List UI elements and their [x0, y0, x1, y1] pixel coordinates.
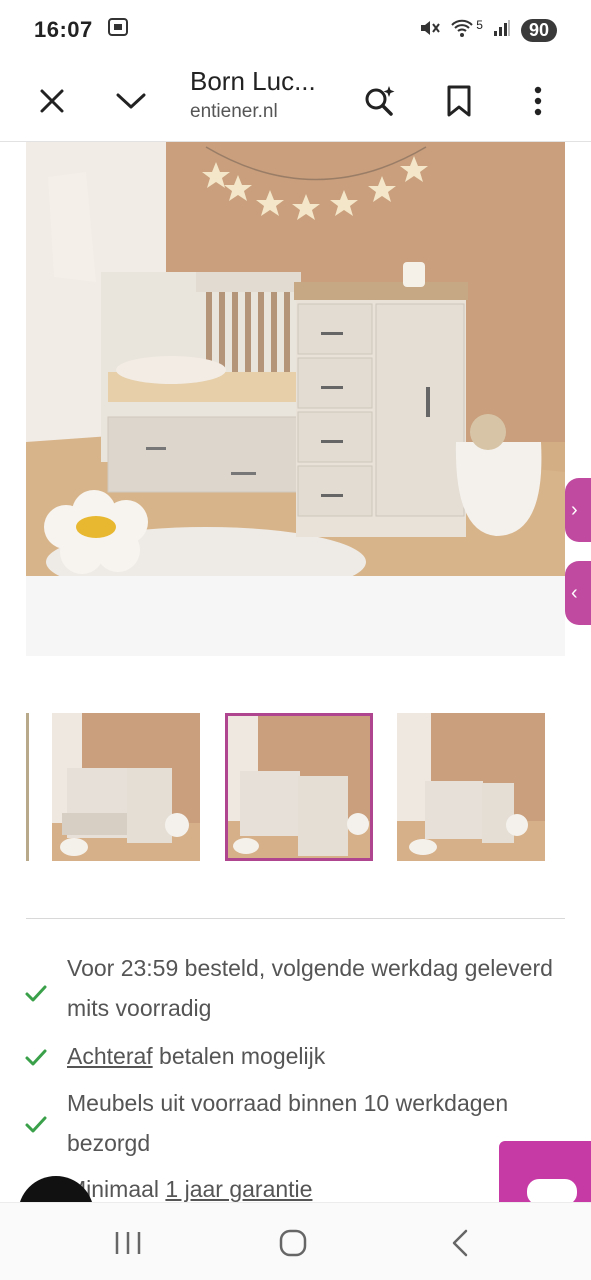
more-vertical-icon	[534, 86, 542, 116]
usp-text-suffix: betalen mogelijk	[152, 1043, 326, 1069]
prev-image-tab[interactable]: ‹	[565, 561, 591, 625]
system-nav-bar	[0, 1202, 591, 1280]
side-tab-prev-label: ‹	[571, 581, 578, 604]
check-icon	[25, 985, 47, 1002]
more-options-button[interactable]	[512, 75, 564, 127]
thumbnail-3[interactable]	[397, 713, 545, 861]
check-icon	[25, 1049, 47, 1066]
minimize-button[interactable]	[105, 75, 157, 127]
section-divider	[26, 918, 565, 919]
product-main-image[interactable]	[26, 142, 565, 576]
search-sparkle-icon	[365, 86, 395, 116]
browser-toolbar: Born Luc... entiener.nl	[0, 60, 591, 142]
chevron-down-icon	[116, 93, 146, 109]
lens-search-button[interactable]	[354, 75, 406, 127]
achteraf-link[interactable]: Achteraf	[67, 1043, 153, 1069]
signal-icon	[493, 19, 511, 42]
recent-apps-icon	[115, 1232, 141, 1254]
bookmark-button[interactable]	[433, 75, 485, 127]
recent-apps-button[interactable]	[108, 1225, 148, 1261]
network-label: 5	[476, 18, 483, 32]
bookmark-icon	[447, 85, 471, 117]
chat-button[interactable]	[499, 1141, 591, 1211]
status-bar: 16:07 5 90	[0, 0, 591, 60]
side-tab-next-label: ›	[571, 498, 578, 521]
image-caption-area	[26, 576, 565, 656]
thumbnail-1[interactable]	[52, 713, 200, 861]
garantie-link[interactable]: 1 jaar garantie	[165, 1176, 312, 1202]
home-button[interactable]	[273, 1225, 313, 1261]
wifi-icon	[450, 18, 474, 43]
page-title: Born Luc...	[190, 66, 316, 96]
screenshot-icon	[107, 16, 129, 44]
usp-text: Meubels uit voorraad binnen 10 werkdagen…	[67, 1090, 509, 1156]
back-icon	[452, 1229, 468, 1257]
thumbnail-partial[interactable]	[26, 713, 29, 861]
close-button[interactable]	[26, 75, 78, 127]
usp-text: Voor 23:59 besteld, volgende werkdag gel…	[67, 955, 553, 1021]
check-icon	[25, 1116, 47, 1133]
close-icon	[40, 89, 64, 113]
page-url: entiener.nl	[190, 101, 278, 122]
usp-text: Achteraf betalen mogelijk	[67, 1036, 567, 1076]
status-time: 16:07	[34, 17, 93, 42]
battery-badge: 90	[520, 18, 557, 42]
mute-icon	[418, 17, 441, 44]
tab-info[interactable]: Born Luc... entiener.nl	[190, 66, 350, 123]
home-icon	[279, 1229, 307, 1257]
back-button[interactable]	[440, 1225, 480, 1261]
thumbnail-strip	[0, 713, 591, 861]
next-image-tab[interactable]: ›	[565, 478, 591, 542]
thumbnail-2-selected[interactable]	[225, 713, 373, 861]
